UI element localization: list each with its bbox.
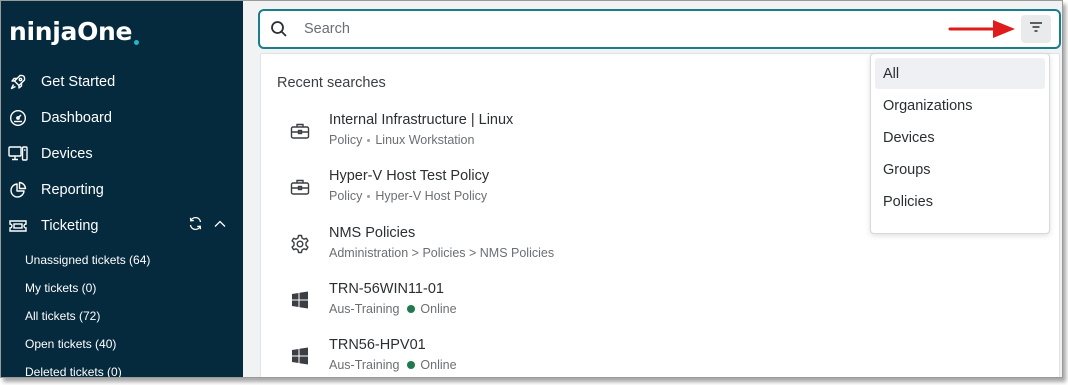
result-detail: Hyper-V Host Policy: [375, 189, 488, 203]
sidebar-item-reporting[interactable]: Reporting: [1, 172, 243, 208]
sidebar-subitem-deleted-tickets[interactable]: Deleted tickets (0): [25, 365, 122, 377]
result-type: Policy: [329, 133, 363, 147]
refresh-icon[interactable]: [188, 216, 203, 236]
result-subtitle: Policy Hyper-V Host Policy: [329, 189, 487, 203]
windows-icon: [289, 345, 311, 367]
recent-searches-heading: Recent searches: [277, 75, 386, 91]
sidebar-subitem-unassigned-tickets[interactable]: Unassigned tickets (64): [25, 253, 150, 267]
pie-chart-icon: [8, 180, 28, 200]
result-detail: Linux Workstation: [375, 133, 475, 147]
result-title: TRN-56WIN11-01: [329, 281, 444, 297]
ticket-icon: [8, 216, 28, 236]
sidebar-item-dashboard[interactable]: Dashboard: [1, 100, 243, 136]
sidebar-item-label: Dashboard: [41, 110, 112, 126]
result-title: Internal Infrastructure | Linux: [329, 112, 514, 128]
result-path: Administration > Policies > NMS Policies: [329, 246, 555, 260]
search-result-item[interactable]: TRN56-HPV01 Aus-Training Online: [261, 333, 871, 377]
filter-option-organizations[interactable]: Organizations: [875, 90, 1045, 121]
filter-option-policies[interactable]: Policies: [875, 186, 1045, 217]
gear-icon: [289, 233, 311, 255]
chevron-up-icon[interactable]: [213, 217, 227, 236]
sidebar: ninja One Get Started Dashboard Devices …: [1, 1, 243, 377]
separator-dot: [367, 194, 371, 198]
result-organization: Aus-Training: [329, 302, 400, 316]
filter-option-devices[interactable]: Devices: [875, 122, 1045, 153]
logo-dot: [134, 40, 140, 45]
rocket-icon: [8, 72, 28, 92]
result-status: Online: [420, 302, 457, 316]
briefcase-icon: [289, 176, 311, 198]
annotation-arrow-icon: [948, 20, 1015, 38]
filter-dropdown-menu: All Organizations Devices Groups Policie…: [870, 53, 1050, 234]
online-status-dot: [407, 361, 416, 369]
filter-button[interactable]: [1021, 15, 1051, 43]
search-bar: [258, 9, 1061, 49]
sidebar-subitem-my-tickets[interactable]: My tickets (0): [25, 281, 96, 295]
result-subtitle: Aus-Training Online: [329, 358, 457, 372]
result-subtitle: Administration > Policies > NMS Policies: [329, 246, 554, 260]
result-title: TRN56-HPV01: [329, 337, 426, 353]
result-organization: Aus-Training: [329, 358, 400, 372]
result-subtitle: Policy Linux Workstation: [329, 133, 474, 147]
filter-option-all[interactable]: All: [875, 58, 1045, 89]
filter-option-groups[interactable]: Groups: [875, 154, 1045, 185]
result-type: Policy: [329, 189, 363, 203]
search-icon: [270, 20, 288, 38]
result-subtitle: Aus-Training Online: [329, 302, 457, 316]
sidebar-item-label: Reporting: [41, 182, 104, 198]
sidebar-subitem-all-tickets[interactable]: All tickets (72): [25, 309, 100, 323]
sidebar-item-label: Devices: [41, 146, 93, 162]
sidebar-item-label: Get Started: [41, 74, 116, 90]
search-result-item[interactable]: TRN-56WIN11-01 Aus-Training Online: [261, 277, 871, 329]
sidebar-item-ticketing[interactable]: Ticketing: [1, 208, 243, 244]
app-window: ninja One Get Started Dashboard Devices …: [0, 0, 1063, 378]
gauge-icon: [8, 108, 28, 128]
sidebar-subitem-open-tickets[interactable]: Open tickets (40): [25, 337, 116, 351]
separator-dot: [367, 138, 371, 142]
logo-text-ninja: ninja: [9, 17, 78, 46]
online-status-dot: [407, 305, 416, 313]
result-title: Hyper-V Host Test Policy: [329, 168, 490, 184]
sidebar-item-get-started[interactable]: Get Started: [1, 64, 243, 100]
windows-icon: [289, 289, 311, 311]
sidebar-item-label: Ticketing: [41, 218, 99, 234]
search-result-item[interactable]: NMS Policies Administration > Policies >…: [261, 221, 871, 273]
search-input[interactable]: [304, 18, 944, 40]
ticketing-actions: [188, 216, 227, 236]
devices-icon: [8, 144, 28, 164]
logo-text-one: One: [77, 17, 133, 46]
result-title: NMS Policies: [329, 225, 416, 241]
briefcase-icon: [289, 120, 311, 142]
filter-icon: [1028, 20, 1044, 39]
result-status: Online: [420, 358, 457, 372]
search-result-item[interactable]: Hyper-V Host Test Policy Policy Hyper-V …: [261, 164, 871, 216]
ninjaone-logo[interactable]: ninja One: [9, 17, 140, 51]
search-result-item[interactable]: Internal Infrastructure | Linux Policy L…: [261, 108, 871, 160]
sidebar-item-devices[interactable]: Devices: [1, 136, 243, 172]
